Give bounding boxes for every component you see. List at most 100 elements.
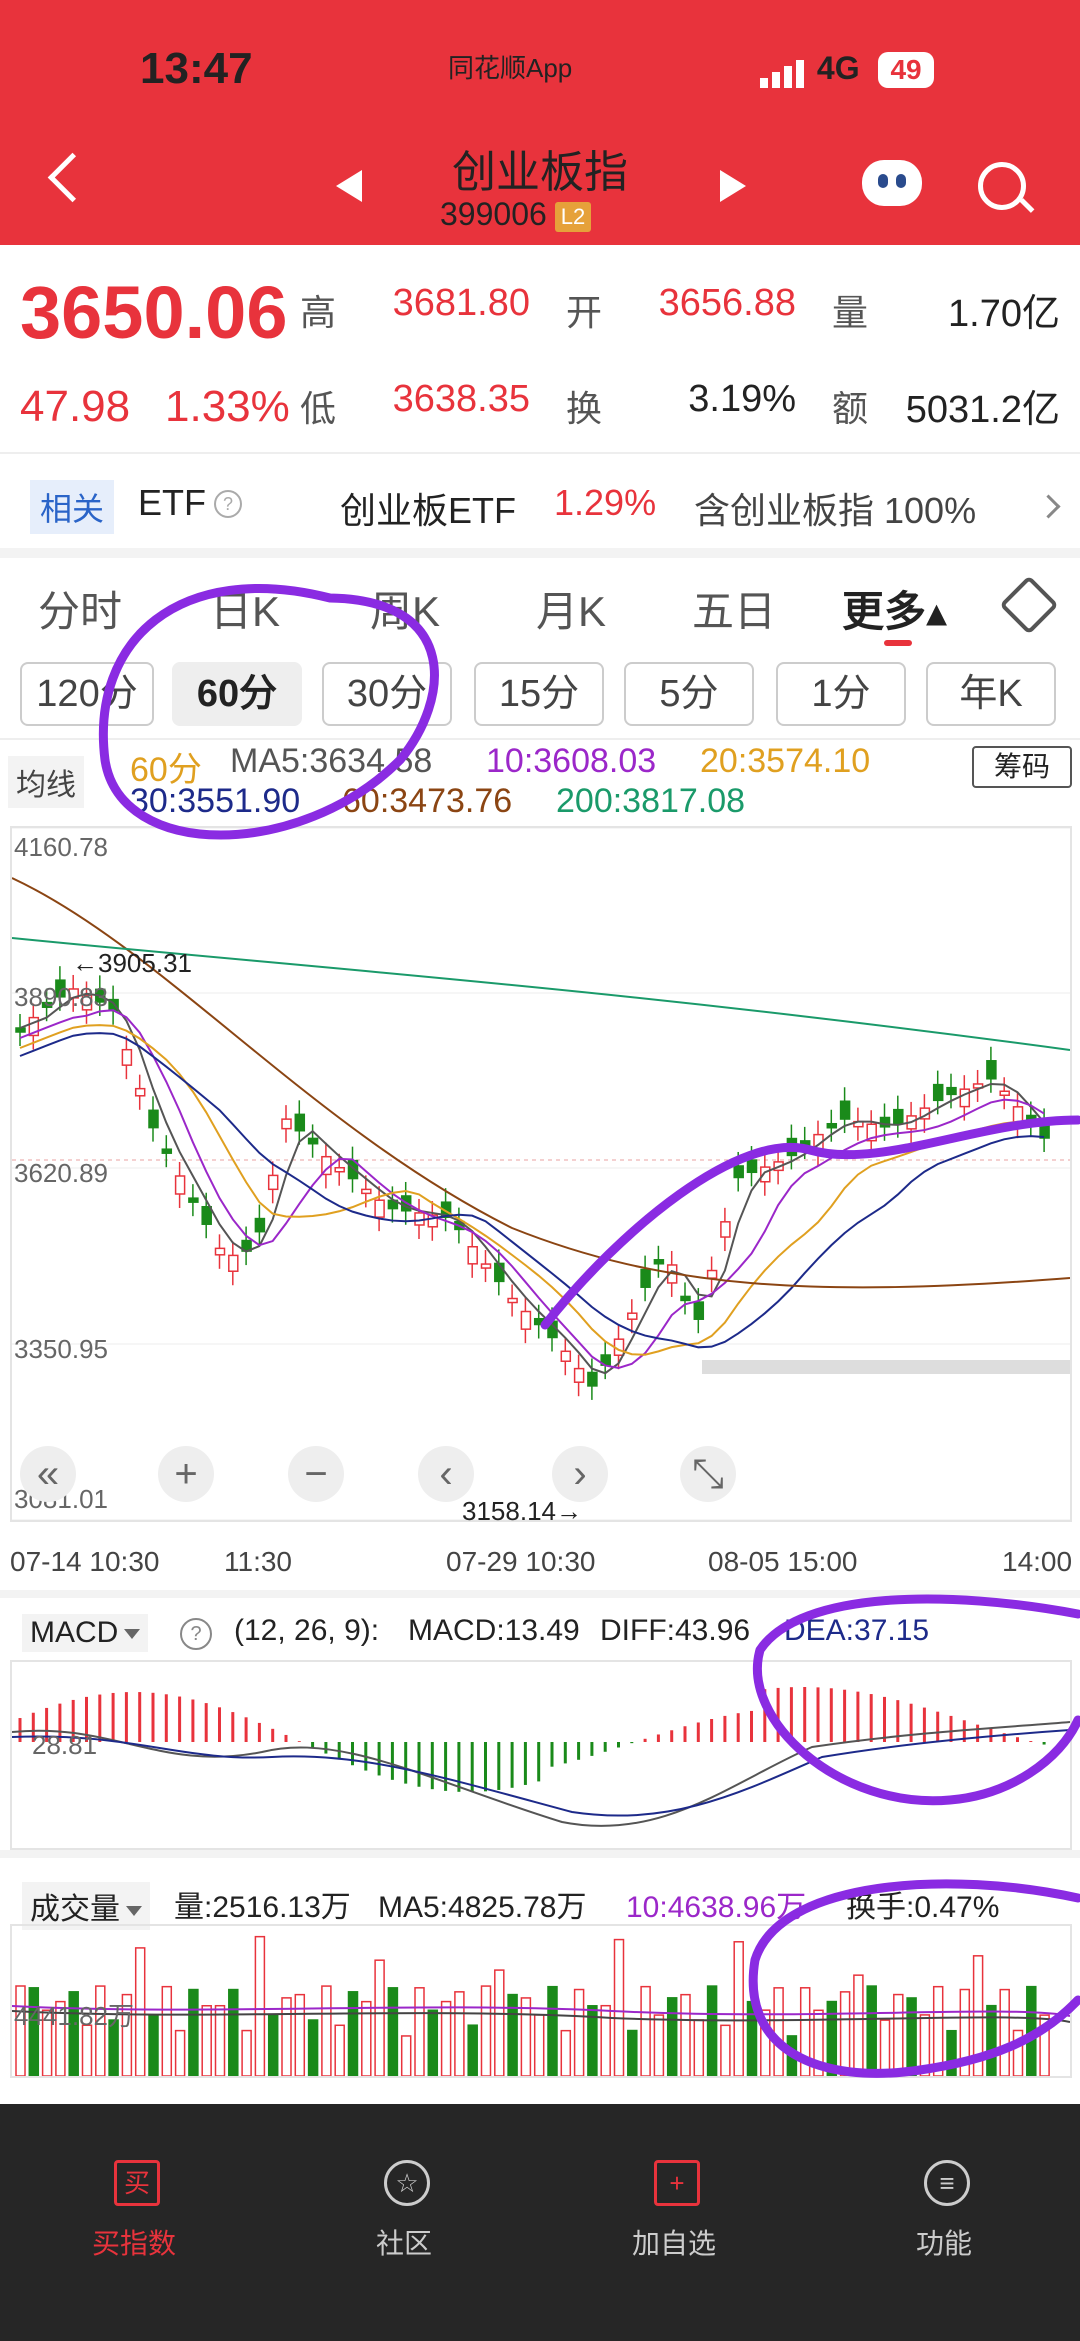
nav-buy-index[interactable]: 买指数 bbox=[59, 2222, 209, 2262]
volume-bar bbox=[1012, 2029, 1024, 2077]
tab-timeshare[interactable]: 分时 bbox=[38, 578, 122, 639]
period-15min[interactable]: 15分 bbox=[474, 662, 604, 726]
nav-community[interactable]: 社区 bbox=[329, 2222, 479, 2262]
candle bbox=[507, 1297, 518, 1304]
candle bbox=[746, 1159, 758, 1174]
macd-chart-panel[interactable] bbox=[10, 1660, 1072, 1850]
candle bbox=[201, 1205, 212, 1225]
nav-functions[interactable]: 功能 bbox=[869, 2222, 1019, 2262]
settings-icon[interactable] bbox=[999, 575, 1059, 635]
candle bbox=[374, 1199, 385, 1218]
zoom-in-icon[interactable]: + bbox=[158, 1446, 214, 1502]
ma30-value: 30:3551.90 bbox=[130, 782, 301, 820]
period-30min[interactable]: 30分 bbox=[322, 662, 452, 726]
x-axis-label: 08-05 15:00 bbox=[708, 1546, 858, 1577]
candle bbox=[560, 1350, 572, 1362]
prev-stock-icon[interactable] bbox=[336, 170, 362, 202]
etf-name[interactable]: 创业板ETF bbox=[340, 482, 516, 534]
chip-distribution-button[interactable]: 筹码 bbox=[972, 746, 1072, 788]
volume-bar bbox=[387, 1987, 399, 2077]
low-marker: 3158.14→ bbox=[462, 1496, 582, 1526]
volume-bar bbox=[720, 2024, 731, 2077]
macd-value: MACD:13.49 bbox=[408, 1614, 580, 1647]
volume-bar bbox=[188, 1988, 199, 2077]
volume-bar bbox=[640, 1985, 651, 2077]
volume-bar bbox=[454, 1991, 465, 2077]
robot-assistant-icon[interactable] bbox=[862, 160, 922, 206]
ma10-line bbox=[19, 1009, 1045, 1369]
tab-weekly-k[interactable]: 周K bbox=[370, 578, 440, 639]
volume-bar bbox=[733, 1941, 744, 2077]
fullscreen-icon[interactable]: ⤡ bbox=[680, 1446, 736, 1502]
period-5min[interactable]: 5分 bbox=[624, 662, 754, 726]
volume-bar bbox=[414, 1987, 425, 2077]
period-1min[interactable]: 1分 bbox=[776, 662, 906, 726]
volume-bar bbox=[267, 2014, 279, 2077]
volume-bar bbox=[214, 2004, 226, 2077]
tab-daily-k[interactable]: 日K bbox=[210, 578, 280, 639]
help-icon[interactable]: ? bbox=[214, 490, 242, 518]
period-yearly-k[interactable]: 年K bbox=[926, 662, 1056, 726]
candle bbox=[986, 1060, 997, 1080]
candle bbox=[533, 1317, 545, 1326]
volume-bar bbox=[839, 1991, 851, 2077]
section-divider bbox=[0, 548, 1080, 558]
last-price: 3650.06 bbox=[20, 271, 288, 354]
turnover-label: 换 bbox=[566, 388, 603, 429]
stock-code: 399006 L2 bbox=[440, 196, 592, 233]
next-stock-icon[interactable] bbox=[720, 170, 746, 202]
volume-bar bbox=[1026, 1985, 1037, 2077]
community-icon[interactable]: ☆ bbox=[384, 2160, 430, 2206]
period-120min[interactable]: 120分 bbox=[20, 662, 154, 726]
tab-five-day[interactable]: 五日 bbox=[692, 578, 776, 639]
candle bbox=[307, 1137, 319, 1145]
candle bbox=[693, 1301, 705, 1320]
volume-bar bbox=[946, 2029, 957, 2077]
ma10-value: 10:3608.03 bbox=[486, 742, 657, 780]
low-value: 3638.35 bbox=[392, 378, 530, 420]
price-change: 47.98 bbox=[20, 382, 131, 431]
status-time: 13:47 bbox=[140, 44, 253, 93]
pan-left-icon[interactable]: ‹ bbox=[418, 1446, 474, 1502]
volume-bar bbox=[254, 1935, 266, 2077]
volume-bar bbox=[853, 1974, 864, 2077]
volume-bar bbox=[334, 2024, 345, 2077]
x-axis-label: 07-29 10:30 bbox=[446, 1546, 596, 1577]
candle bbox=[706, 1269, 718, 1279]
pan-right-icon[interactable]: › bbox=[552, 1446, 608, 1502]
volume-bar bbox=[999, 1988, 1010, 2077]
volume-indicator-select[interactable]: 成交量 bbox=[22, 1882, 150, 1930]
dea-line bbox=[11, 1729, 1071, 1817]
etf-contains: 含创业板指 100% bbox=[694, 490, 977, 531]
section-divider bbox=[0, 1850, 1080, 1858]
buy-icon[interactable]: 买 bbox=[114, 2160, 160, 2206]
candle bbox=[587, 1371, 598, 1387]
menu-icon[interactable]: ≡ bbox=[924, 2160, 970, 2206]
ma-settings-button[interactable]: 均线 bbox=[8, 756, 84, 808]
tab-more[interactable]: 更多▴ bbox=[842, 578, 947, 639]
volume-value: 1.70亿 bbox=[948, 293, 1060, 335]
volume-bar bbox=[241, 2029, 252, 2077]
status-indicators: 4G 49 bbox=[760, 50, 934, 88]
level2-badge: L2 bbox=[554, 201, 592, 232]
candle bbox=[121, 1048, 133, 1066]
signal-icon bbox=[760, 50, 808, 88]
volume-chart-panel[interactable] bbox=[10, 1924, 1072, 2078]
macd-indicator-select[interactable]: MACD bbox=[22, 1614, 149, 1652]
volume-chart bbox=[11, 1935, 1071, 2077]
add-favorite-icon[interactable]: + bbox=[654, 2160, 700, 2206]
kline-chart-panel[interactable] bbox=[10, 826, 1072, 1522]
volume-axis-label: 4441.82万 bbox=[14, 2001, 134, 2031]
candle bbox=[573, 1367, 585, 1383]
volume-bar bbox=[972, 1955, 984, 2077]
zoom-out-icon[interactable]: − bbox=[288, 1446, 344, 1502]
candle bbox=[786, 1137, 798, 1157]
rewind-icon[interactable]: « bbox=[20, 1446, 76, 1502]
period-60min[interactable]: 60分 bbox=[172, 662, 302, 726]
amount-label: 额 bbox=[832, 388, 869, 429]
help-icon[interactable]: ? bbox=[180, 1618, 212, 1650]
tab-monthly-k[interactable]: 月K bbox=[536, 578, 606, 639]
candle bbox=[467, 1245, 478, 1265]
nav-add-favorite[interactable]: 加自选 bbox=[599, 2222, 749, 2262]
search-icon[interactable] bbox=[978, 162, 1026, 210]
